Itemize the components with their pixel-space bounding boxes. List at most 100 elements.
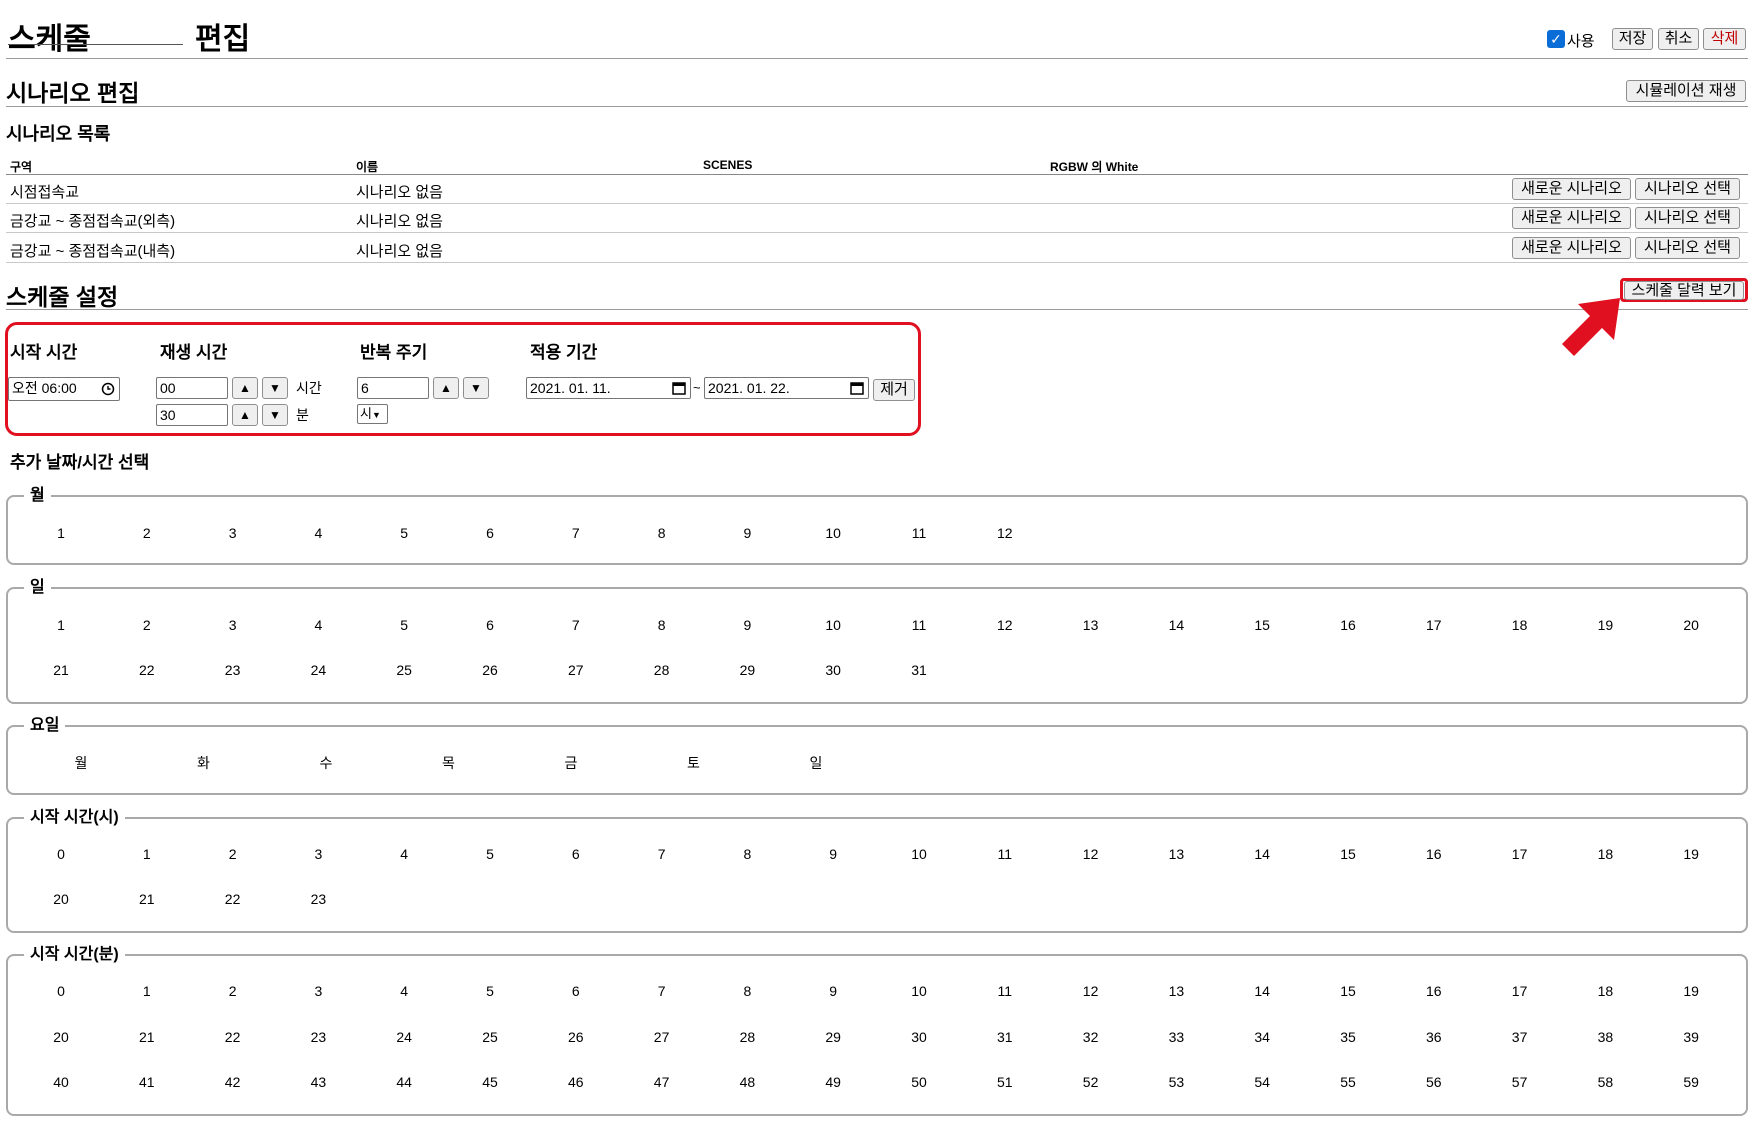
select-option[interactable]: 12 [1066, 983, 1116, 999]
select-option[interactable]: 16 [1409, 846, 1459, 862]
repeat-down-button[interactable]: ▼ [463, 377, 489, 399]
select-option[interactable]: 9 [808, 983, 858, 999]
select-option[interactable]: 일 [791, 753, 841, 773]
select-scenario-button[interactable]: 시나리오 선택 [1635, 207, 1740, 229]
select-option[interactable]: 21 [36, 662, 86, 678]
select-option[interactable]: 26 [551, 1029, 601, 1045]
select-option[interactable]: 13 [1151, 846, 1201, 862]
period-start-input[interactable]: 2021. 01. 11. [526, 377, 691, 399]
select-option[interactable]: 11 [980, 846, 1030, 862]
select-option[interactable]: 51 [980, 1074, 1030, 1090]
select-option[interactable]: 10 [894, 983, 944, 999]
select-option[interactable]: 17 [1409, 617, 1459, 633]
select-option[interactable]: 21 [122, 891, 172, 907]
select-option[interactable]: 30 [894, 1029, 944, 1045]
select-option[interactable]: 31 [980, 1029, 1030, 1045]
select-option[interactable]: 17 [1495, 983, 1545, 999]
select-option[interactable]: 38 [1580, 1029, 1630, 1045]
select-option[interactable]: 36 [1409, 1029, 1459, 1045]
select-option[interactable]: 58 [1580, 1074, 1630, 1090]
select-option[interactable]: 45 [465, 1074, 515, 1090]
select-option[interactable]: 49 [808, 1074, 858, 1090]
select-option[interactable]: 27 [551, 662, 601, 678]
select-option[interactable]: 22 [208, 891, 258, 907]
select-option[interactable]: 19 [1666, 983, 1716, 999]
select-option[interactable]: 목 [424, 753, 474, 773]
select-option[interactable]: 5 [379, 617, 429, 633]
select-option[interactable]: 11 [980, 983, 1030, 999]
select-option[interactable]: 10 [808, 525, 858, 541]
schedule-calendar-button[interactable]: 스케줄 달력 보기 [1624, 281, 1744, 300]
select-option[interactable]: 28 [722, 1029, 772, 1045]
select-option[interactable]: 3 [293, 983, 343, 999]
select-option[interactable]: 19 [1580, 617, 1630, 633]
select-option[interactable]: 26 [465, 662, 515, 678]
select-option[interactable]: 7 [637, 846, 687, 862]
play-hours-down-button[interactable]: ▼ [262, 377, 288, 399]
select-option[interactable]: 10 [808, 617, 858, 633]
select-option[interactable]: 20 [36, 891, 86, 907]
select-option[interactable]: 47 [637, 1074, 687, 1090]
select-option[interactable]: 53 [1151, 1074, 1201, 1090]
select-option[interactable]: 15 [1237, 617, 1287, 633]
start-time-input[interactable]: 오전 06:00 [8, 377, 120, 401]
select-option[interactable]: 10 [894, 846, 944, 862]
select-option[interactable]: 12 [980, 525, 1030, 541]
select-option[interactable]: 35 [1323, 1029, 1373, 1045]
select-option[interactable]: 18 [1580, 983, 1630, 999]
select-option[interactable]: 12 [1066, 846, 1116, 862]
select-option[interactable]: 54 [1237, 1074, 1287, 1090]
select-option[interactable]: 8 [637, 525, 687, 541]
select-option[interactable]: 9 [722, 525, 772, 541]
select-scenario-button[interactable]: 시나리오 선택 [1635, 237, 1740, 259]
simulation-play-button[interactable]: 시뮬레이션 재생 [1626, 80, 1746, 102]
select-option[interactable]: 41 [122, 1074, 172, 1090]
select-option[interactable]: 29 [808, 1029, 858, 1045]
select-option[interactable]: 8 [637, 617, 687, 633]
select-option[interactable]: 43 [293, 1074, 343, 1090]
select-option[interactable]: 1 [122, 983, 172, 999]
select-option[interactable]: 7 [637, 983, 687, 999]
select-option[interactable]: 25 [465, 1029, 515, 1045]
select-option[interactable]: 5 [379, 525, 429, 541]
select-option[interactable]: 월 [56, 753, 106, 773]
period-remove-button[interactable]: 제거 [873, 379, 915, 401]
select-option[interactable]: 수 [301, 753, 351, 773]
select-option[interactable]: 22 [122, 662, 172, 678]
delete-button[interactable]: 삭제 [1703, 28, 1746, 50]
select-option[interactable]: 40 [36, 1074, 86, 1090]
select-option[interactable]: 0 [36, 846, 86, 862]
select-option[interactable]: 3 [293, 846, 343, 862]
play-minutes-input[interactable]: 30 [156, 404, 228, 426]
select-option[interactable]: 9 [808, 846, 858, 862]
use-checkbox[interactable]: ✓ [1547, 30, 1565, 48]
select-option[interactable]: 24 [293, 662, 343, 678]
cancel-button[interactable]: 취소 [1658, 28, 1699, 50]
select-option[interactable]: 3 [208, 525, 258, 541]
select-option[interactable]: 30 [808, 662, 858, 678]
select-option[interactable]: 15 [1323, 983, 1373, 999]
select-option[interactable]: 16 [1409, 983, 1459, 999]
select-option[interactable]: 2 [208, 846, 258, 862]
select-option[interactable]: 20 [36, 1029, 86, 1045]
select-option[interactable]: 57 [1495, 1074, 1545, 1090]
select-option[interactable]: 4 [293, 525, 343, 541]
select-option[interactable]: 6 [465, 617, 515, 633]
select-option[interactable]: 토 [669, 753, 719, 773]
select-option[interactable]: 금 [546, 753, 596, 773]
select-option[interactable]: 22 [208, 1029, 258, 1045]
select-option[interactable]: 23 [208, 662, 258, 678]
select-option[interactable]: 59 [1666, 1074, 1716, 1090]
select-scenario-button[interactable]: 시나리오 선택 [1635, 178, 1740, 200]
play-minutes-down-button[interactable]: ▼ [262, 404, 288, 426]
select-option[interactable]: 8 [722, 983, 772, 999]
select-option[interactable]: 6 [551, 846, 601, 862]
select-option[interactable]: 1 [122, 846, 172, 862]
repeat-up-button[interactable]: ▲ [433, 377, 459, 399]
select-option[interactable]: 28 [637, 662, 687, 678]
new-scenario-button[interactable]: 새로운 시나리오 [1512, 207, 1631, 229]
select-option[interactable]: 9 [722, 617, 772, 633]
play-hours-input[interactable]: 00 [156, 377, 228, 399]
select-option[interactable]: 19 [1666, 846, 1716, 862]
select-option[interactable]: 1 [36, 525, 86, 541]
